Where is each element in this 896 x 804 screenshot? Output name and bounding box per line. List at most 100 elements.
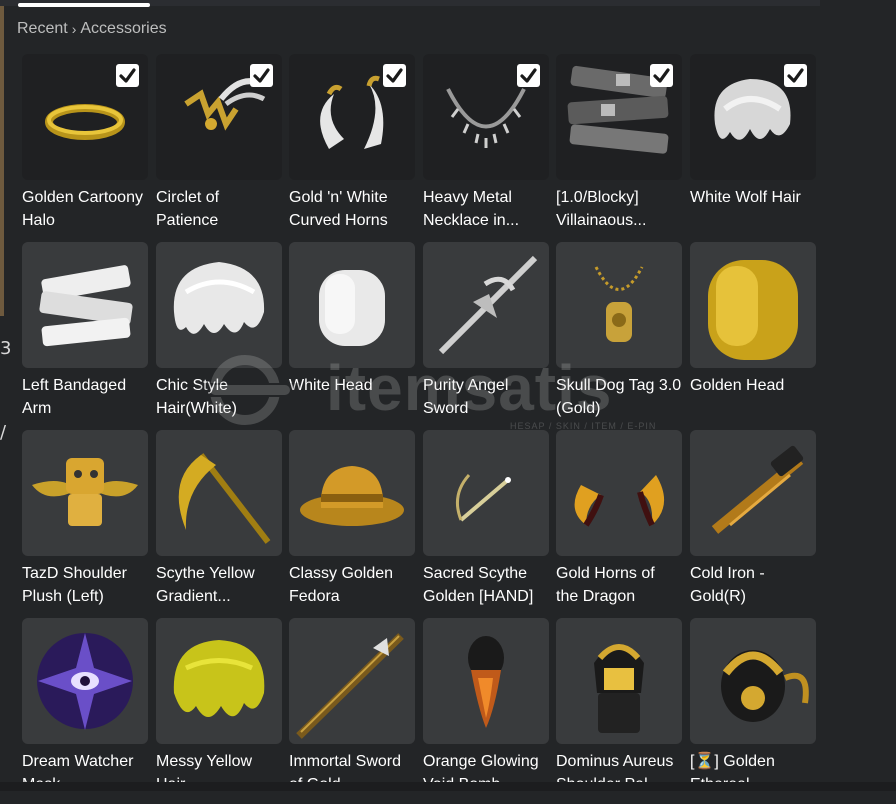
accessory-name-line1: Dream Watcher (22, 753, 134, 770)
accessory-name-line1: Messy Yellow (156, 753, 253, 770)
checkbox-checked-icon[interactable] (383, 64, 406, 87)
accessory-name-line2: Fedora (289, 588, 340, 605)
shoulder-plush-icon (32, 458, 138, 526)
accessory-card[interactable]: [1.0/Blocky] Villainaous... (556, 54, 682, 240)
accessory-name-line1: Skull Dog Tag 3.0 (556, 377, 682, 394)
accessory-thumbnail[interactable] (423, 430, 549, 556)
accessory-name-line1: Left Bandaged (22, 377, 127, 394)
accessory-thumbnail[interactable] (289, 54, 415, 180)
accessory-card[interactable]: Classy Golden Fedora (289, 430, 415, 616)
accessory-thumbnail[interactable] (289, 242, 415, 368)
accessory-thumbnail[interactable] (156, 618, 282, 744)
dream-mask-icon (37, 633, 133, 730)
accessory-thumbnail[interactable] (690, 430, 816, 556)
accessory-name-line1: Orange Glowing (423, 753, 539, 770)
accessory-name-line2: Halo (22, 212, 55, 229)
accessory-thumbnail[interactable] (289, 430, 415, 556)
accessory-thumbnail[interactable] (156, 430, 282, 556)
accessory-thumbnail[interactable] (690, 54, 816, 180)
accessory-thumbnail[interactable] (22, 430, 148, 556)
edge-glyph: 3 (0, 338, 12, 359)
accessory-card[interactable]: Golden Cartoony Halo (22, 54, 148, 240)
accessory-name-line1: Golden Head (690, 377, 785, 394)
dragon-horns-icon (574, 475, 665, 527)
accessory-card[interactable]: Purity Angel Sword (423, 242, 549, 428)
accessory-name-line1: Gold Horns of (556, 565, 655, 582)
accessory-card[interactable]: Heavy Metal Necklace in... (423, 54, 549, 240)
accessory-name-line1: White Wolf Hair (690, 189, 801, 206)
accessory-name-line2: Golden [HAND] (423, 588, 534, 605)
active-tab-indicator (18, 3, 150, 7)
accessory-card[interactable]: Chic Style Hair(White) (156, 242, 282, 428)
accessory-thumbnail[interactable] (423, 242, 549, 368)
accessory-name-line1: Sacred Scythe (423, 565, 528, 582)
accessory-thumbnail[interactable] (423, 54, 549, 180)
accessory-card[interactable]: Scythe Yellow Gradient... (156, 430, 282, 616)
bottom-strip (0, 782, 896, 791)
accessory-thumbnail[interactable] (690, 618, 816, 744)
yellow-scythe-icon (178, 453, 271, 544)
accessory-thumbnail[interactable] (156, 242, 282, 368)
accessory-name-line2: Villainaous... (556, 212, 647, 229)
bandaged-arm-icon (39, 265, 133, 347)
accessory-name-line2: Plush (Left) (22, 588, 104, 605)
white-hair-icon (173, 262, 265, 334)
accessory-name-line2: Curved Horns (289, 212, 388, 229)
checkbox-checked-icon[interactable] (250, 64, 273, 87)
checkbox-checked-icon[interactable] (517, 64, 540, 87)
accessory-card[interactable]: Gold 'n' White Curved Horns (289, 54, 415, 240)
accessory-name-line1: Purity Angel (423, 377, 509, 394)
accessory-name-line1: White Head (289, 377, 373, 394)
accessory-card[interactable]: Gold Horns of the Dragon (556, 430, 682, 616)
accessory-card[interactable]: Sacred Scythe Golden [HAND] (423, 430, 549, 616)
accessory-card[interactable]: Orange GlowingVoid Bomb (423, 618, 549, 804)
accessory-card[interactable]: Immortal Swordof Gold (289, 618, 415, 804)
accessory-thumbnail[interactable] (156, 54, 282, 180)
checkbox-checked-icon[interactable] (116, 64, 139, 87)
accessory-card[interactable]: Golden Head (690, 242, 816, 428)
breadcrumb: Recent › Accessories (17, 20, 167, 38)
golden-head-icon (708, 260, 798, 360)
accessory-thumbnail[interactable] (22, 242, 148, 368)
accessory-card[interactable]: Messy YellowHair (156, 618, 282, 804)
accessory-name: Purity Angel Sword (423, 374, 555, 420)
accessory-card[interactable]: Circlet of Patience (156, 54, 282, 240)
accessory-name-line2: Arm (22, 400, 52, 417)
left-edge-accent (0, 6, 4, 316)
checkbox-checked-icon[interactable] (784, 64, 807, 87)
accessory-thumbnail[interactable] (289, 618, 415, 744)
accessory-card[interactable]: White Wolf Hair (690, 54, 816, 240)
accessory-name-line1: Golden Cartoony (22, 189, 143, 206)
accessory-card[interactable]: Cold Iron - Gold(R) (690, 430, 816, 616)
accessory-thumbnail[interactable] (423, 618, 549, 744)
accessory-thumbnail[interactable] (556, 430, 682, 556)
accessory-thumbnail[interactable] (556, 242, 682, 368)
accessory-card[interactable]: TazD Shoulder Plush (Left) (22, 430, 148, 616)
accessory-thumbnail[interactable] (556, 618, 682, 744)
accessory-card[interactable]: Dominus AureusShoulder Pal (556, 618, 682, 804)
golden-fedora-icon (300, 466, 404, 526)
breadcrumb-recent-link[interactable]: Recent (17, 20, 68, 38)
accessory-name: White Wolf Hair (690, 186, 822, 209)
accessory-thumbnail[interactable] (690, 242, 816, 368)
gold-gun-icon (711, 445, 804, 534)
accessory-name-line2: Hair(White) (156, 400, 237, 417)
accessory-card[interactable]: White Head (289, 242, 415, 428)
accessory-name: Circlet of Patience (156, 186, 288, 232)
accessory-card[interactable]: Skull Dog Tag 3.0 (Gold) (556, 242, 682, 428)
accessory-card[interactable]: Left Bandaged Arm (22, 242, 148, 428)
checkbox-checked-icon[interactable] (650, 64, 673, 87)
white-head-icon (319, 270, 385, 346)
accessory-thumbnail[interactable] (22, 618, 148, 744)
accessory-thumbnail[interactable] (556, 54, 682, 180)
accessory-name: Golden Cartoony Halo (22, 186, 154, 232)
accessory-name-line1: Gold 'n' White (289, 189, 388, 206)
accessory-card[interactable]: Dream WatcherMask (22, 618, 148, 804)
accessory-card[interactable]: [⏳] GoldenEthereal (690, 618, 816, 804)
accessory-name-line1: Circlet of (156, 189, 220, 206)
accessory-thumbnail[interactable] (22, 54, 148, 180)
edge-glyph: / (0, 422, 7, 443)
accessory-name: Gold 'n' White Curved Horns (289, 186, 421, 232)
accessory-name: Sacred Scythe Golden [HAND] (423, 562, 555, 608)
accessory-name-line1: [1.0/Blocky] (556, 189, 639, 206)
